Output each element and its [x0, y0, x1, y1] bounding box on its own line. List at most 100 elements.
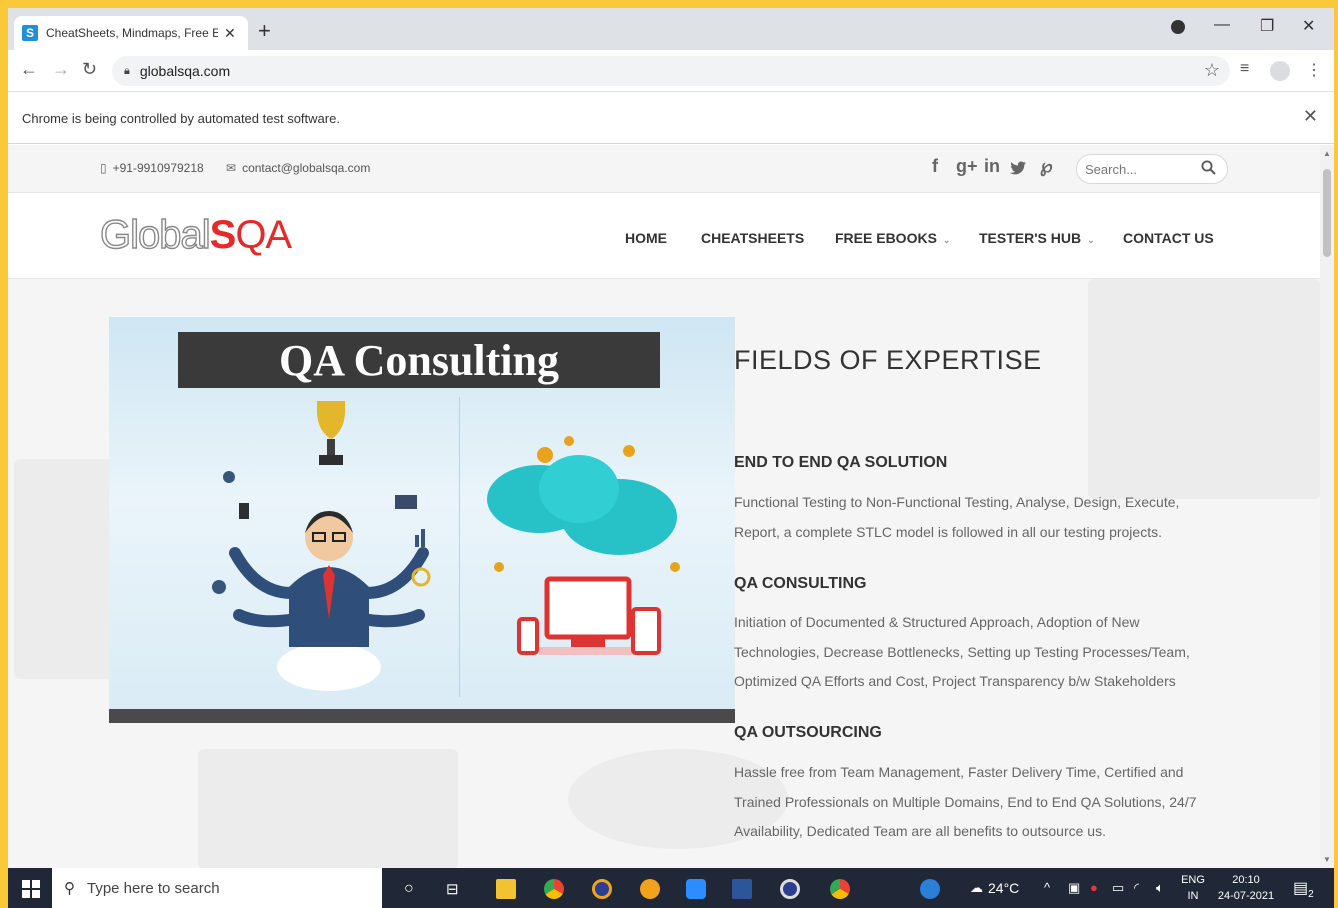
eclipse-icon[interactable]: [592, 879, 612, 899]
scroll-down-icon[interactable]: ▼: [1323, 855, 1331, 864]
reload-icon[interactable]: ↻: [82, 59, 97, 80]
background-decoration: [198, 749, 458, 868]
banner-bottom-bar: [109, 709, 735, 723]
site-search[interactable]: [1076, 154, 1228, 184]
expertise-title: QA OUTSOURCING: [734, 724, 882, 741]
task-view-icon[interactable]: ⊟: [446, 880, 459, 898]
banner-title: QA Consulting: [279, 335, 559, 385]
windows-taskbar: ⚲ Type here to search ○ ⊟ ☁ 24°C ^ ▣ ● ▭…: [8, 868, 1334, 908]
email-address: contact@globalsqa.com: [242, 161, 371, 175]
windows-start-icon[interactable]: [22, 880, 40, 898]
section-heading: FIELDS OF EXPERTISE: [734, 345, 1042, 375]
tab-strip: S CheatSheets, Mindmaps, Free Eb ✕ + — ❐…: [8, 8, 1334, 50]
notification-count: 2: [1308, 889, 1314, 901]
app-icon[interactable]: [640, 879, 660, 899]
tab-close-icon[interactable]: ✕: [224, 25, 236, 42]
lock-icon: 🔒︎: [124, 64, 130, 77]
nav-free-ebooks[interactable]: FREE EBOOKS ⌄: [835, 230, 950, 246]
volume-icon[interactable]: 🔈︎: [1156, 880, 1164, 896]
banner-title-bar: QA Consulting: [178, 332, 660, 388]
pinterest-icon[interactable]: ℘: [1040, 156, 1053, 177]
tray-app-icon[interactable]: ▣: [1068, 880, 1080, 896]
profile-dot-icon[interactable]: [1171, 20, 1185, 34]
region-code: IN: [1187, 890, 1199, 902]
expertise-title: END TO END QA SOLUTION: [734, 454, 948, 471]
browser-toolbar: ← → ↻ 🔒︎ globalsqa.com ☆ ≡ ⋮: [8, 50, 1334, 92]
eclipse-icon[interactable]: [780, 879, 800, 899]
taskbar-search[interactable]: ⚲ Type here to search: [52, 868, 382, 908]
language-code: ENG: [1181, 874, 1205, 886]
weather-cloud-icon: ☁: [970, 880, 983, 895]
cloud-devices-illustration: [487, 436, 680, 655]
google-plus-icon[interactable]: g+: [956, 156, 978, 177]
bookmark-star-icon[interactable]: ☆: [1204, 60, 1220, 81]
word-icon[interactable]: [732, 879, 752, 899]
expertise-text: Functional Testing to Non-Functional Tes…: [734, 494, 1180, 540]
browser-window: S CheatSheets, Mindmaps, Free Eb ✕ + — ❐…: [8, 8, 1334, 908]
site-logo[interactable]: GlobalSQA: [99, 212, 292, 258]
file-explorer-icon[interactable]: [496, 879, 516, 899]
background-decoration: [1088, 279, 1320, 499]
nav-home[interactable]: HOME: [625, 230, 667, 246]
weather-temperature[interactable]: 24°C: [988, 880, 1019, 896]
chevron-up-icon[interactable]: ^: [1044, 880, 1050, 895]
chevron-down-icon: ⌄: [942, 235, 951, 245]
address-bar[interactable]: 🔒︎ globalsqa.com ☆: [112, 56, 1230, 86]
qa-consulting-banner-image: QA Consulting: [109, 317, 735, 723]
taskbar-search-text: Type here to search: [87, 879, 220, 897]
close-window-icon[interactable]: ✕: [1302, 16, 1315, 36]
language-indicator[interactable]: ENG IN: [1178, 872, 1208, 904]
logo-qa-text: QA: [235, 213, 292, 257]
expertise-text: Hassle free from Team Management, Faster…: [734, 764, 1197, 839]
page-scrollbar[interactable]: ▲ ▼: [1320, 145, 1334, 868]
page-viewport: ▯ +91-9910979218 ✉ contact@globalsqa.com…: [8, 145, 1320, 868]
reading-list-icon[interactable]: ≡: [1240, 60, 1249, 78]
system-clock[interactable]: 20:10 24-07-2021: [1216, 872, 1276, 904]
notifications-icon[interactable]: ▤2: [1293, 878, 1314, 900]
profile-avatar-icon[interactable]: [1270, 61, 1290, 81]
clock-time: 20:10: [1232, 874, 1260, 886]
banner-divider: [459, 397, 460, 697]
browser-tab[interactable]: S CheatSheets, Mindmaps, Free Eb ✕: [14, 16, 248, 50]
nav-testers-hub[interactable]: TESTER'S HUB ⌄: [979, 230, 1095, 246]
chrome-icon[interactable]: [830, 879, 850, 899]
cortana-icon[interactable]: ○: [404, 880, 414, 898]
nav-free-ebooks-label: FREE EBOOKS: [835, 230, 937, 246]
email-contact[interactable]: ✉ contact@globalsqa.com: [226, 161, 370, 175]
linkedin-icon[interactable]: in: [984, 156, 1000, 177]
consultant-illustration: [212, 401, 431, 691]
infobar-message: Chrome is being controlled by automated …: [22, 111, 340, 126]
phone-icon: ▯: [100, 161, 107, 175]
zoom-icon[interactable]: [686, 879, 706, 899]
chrome-icon[interactable]: [544, 879, 564, 899]
forward-icon[interactable]: →: [52, 59, 70, 80]
nav-contact-us[interactable]: CONTACT US: [1123, 230, 1214, 246]
search-icon[interactable]: [1201, 160, 1216, 179]
new-tab-button[interactable]: +: [258, 18, 271, 44]
site-header: GlobalSQA HOME CHEATSHEETS FREE EBOOKS ⌄ …: [8, 193, 1320, 279]
scroll-up-icon[interactable]: ▲: [1323, 149, 1331, 158]
wifi-icon[interactable]: ◜: [1134, 880, 1139, 896]
help-icon[interactable]: [920, 879, 940, 899]
nav-cheatsheets[interactable]: CHEATSHEETS: [701, 230, 804, 246]
clock-date: 24-07-2021: [1217, 890, 1275, 902]
scroll-thumb[interactable]: [1323, 169, 1331, 257]
minimize-icon[interactable]: —: [1214, 16, 1230, 34]
expertise-text: Initiation of Documented & Structured Ap…: [734, 614, 1190, 689]
menu-kebab-icon[interactable]: ⋮: [1306, 60, 1322, 80]
search-input[interactable]: [1085, 161, 1201, 177]
restore-icon[interactable]: ❐: [1260, 16, 1274, 36]
site-favicon-icon: S: [22, 25, 38, 41]
battery-icon[interactable]: ▭: [1112, 880, 1124, 896]
back-icon[interactable]: ←: [20, 59, 38, 80]
tray-app-icon[interactable]: ●: [1090, 880, 1098, 895]
phone-number: +91-9910979218: [112, 161, 204, 175]
automation-infobar: Chrome is being controlled by automated …: [8, 92, 1334, 144]
url-text: globalsqa.com: [139, 63, 231, 79]
twitter-icon[interactable]: [1010, 159, 1026, 180]
chevron-down-icon: ⌄: [1087, 235, 1095, 245]
infobar-close-icon[interactable]: ✕: [1303, 106, 1318, 127]
facebook-icon[interactable]: f: [932, 156, 938, 177]
nav-testers-hub-label: TESTER'S HUB: [979, 230, 1082, 246]
search-icon: ⚲: [64, 880, 75, 897]
